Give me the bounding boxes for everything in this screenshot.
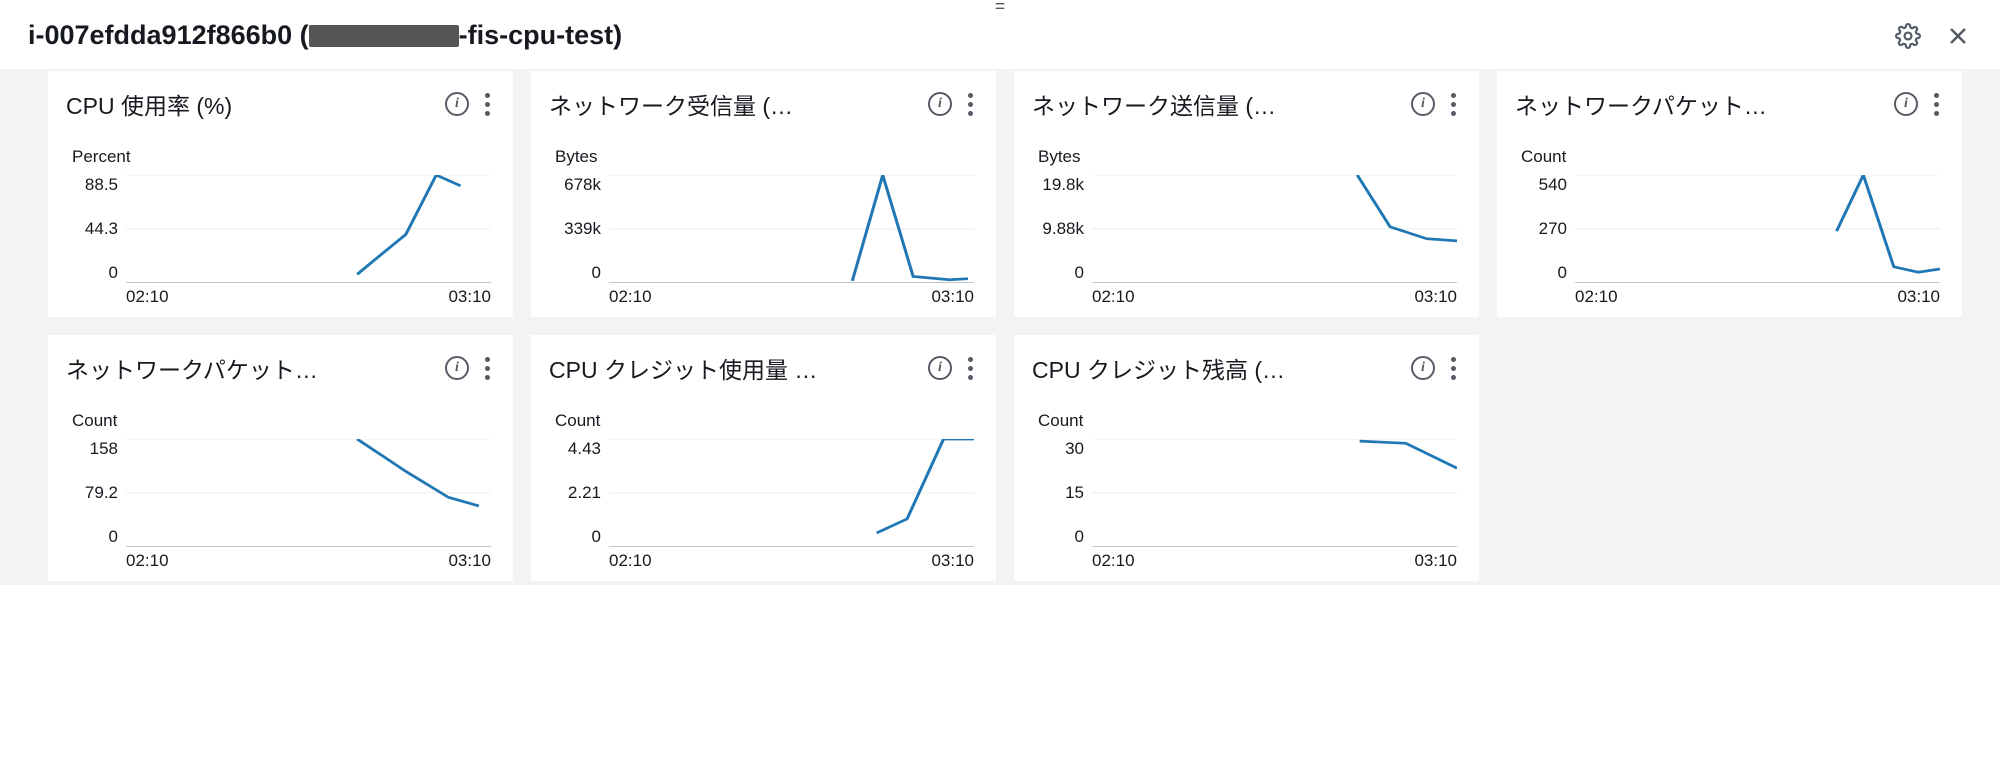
card-title: ネットワークパケット… bbox=[66, 351, 435, 385]
y-tick-labels: 4.432.210 bbox=[555, 439, 601, 547]
chart: 88.544.30 02:1003:10 bbox=[72, 175, 495, 305]
instance-id: i-007efdda912f866b0 ( bbox=[28, 20, 309, 50]
card-menu-button[interactable] bbox=[1445, 355, 1461, 382]
x-tick-labels: 02:1003:10 bbox=[609, 287, 974, 307]
chart: 678k339k0 02:1003:10 bbox=[555, 175, 978, 305]
x-tick-labels: 02:1003:10 bbox=[1092, 551, 1457, 571]
card-menu-button[interactable] bbox=[479, 91, 495, 118]
redacted-name bbox=[309, 25, 459, 47]
y-axis-unit: Count bbox=[1521, 147, 1944, 167]
info-icon[interactable]: i bbox=[1894, 92, 1918, 116]
resize-handle[interactable]: = bbox=[0, 0, 2000, 12]
x-tick-labels: 02:1003:10 bbox=[609, 551, 974, 571]
chart: 4.432.210 02:1003:10 bbox=[555, 439, 978, 569]
card-title: CPU 使用率 (%) bbox=[66, 87, 435, 121]
y-axis-unit: Percent bbox=[72, 147, 495, 167]
metric-card-network-packets-in: ネットワークパケット… i Count 5402700 02:1003:10 bbox=[1497, 71, 1962, 317]
card-title: CPU クレジット使用量 … bbox=[549, 351, 918, 385]
y-axis-unit: Bytes bbox=[555, 147, 978, 167]
card-menu-button[interactable] bbox=[1928, 91, 1944, 118]
x-tick-labels: 02:1003:10 bbox=[1575, 287, 1940, 307]
metric-card-cpu-credit-balance: CPU クレジット残高 (… i Count 30150 02:1003:10 bbox=[1014, 335, 1479, 581]
y-axis-unit: Count bbox=[1038, 411, 1461, 431]
y-axis-unit: Count bbox=[555, 411, 978, 431]
settings-button[interactable] bbox=[1894, 22, 1922, 50]
card-menu-button[interactable] bbox=[962, 355, 978, 382]
chart: 30150 02:1003:10 bbox=[1038, 439, 1461, 569]
header-actions bbox=[1894, 22, 1972, 50]
metric-card-cpu-utilization: CPU 使用率 (%) i Percent 88.544.30 02:1003:… bbox=[48, 71, 513, 317]
x-tick-labels: 02:1003:10 bbox=[1092, 287, 1457, 307]
card-title: ネットワークパケット… bbox=[1515, 87, 1884, 121]
page-title: i-007efdda912f866b0 ( -fis-cpu-test) bbox=[28, 20, 1894, 51]
card-menu-button[interactable] bbox=[962, 91, 978, 118]
chart: 15879.20 02:1003:10 bbox=[72, 439, 495, 569]
x-tick-labels: 02:1003:10 bbox=[126, 287, 491, 307]
gear-icon bbox=[1895, 23, 1921, 49]
instance-suffix: -fis-cpu-test) bbox=[459, 20, 623, 50]
panel-header: i-007efdda912f866b0 ( -fis-cpu-test) bbox=[0, 12, 2000, 69]
info-icon[interactable]: i bbox=[928, 92, 952, 116]
card-title: CPU クレジット残高 (… bbox=[1032, 351, 1401, 385]
metric-card-network-out: ネットワーク送信量 (… i Bytes 19.8k9.88k0 02:1003… bbox=[1014, 71, 1479, 317]
card-menu-button[interactable] bbox=[1445, 91, 1461, 118]
info-icon[interactable]: i bbox=[1411, 356, 1435, 380]
y-tick-labels: 30150 bbox=[1038, 439, 1084, 547]
info-icon[interactable]: i bbox=[1411, 92, 1435, 116]
card-title: ネットワーク受信量 (… bbox=[549, 87, 918, 121]
chart: 5402700 02:1003:10 bbox=[1521, 175, 1944, 305]
y-tick-labels: 678k339k0 bbox=[555, 175, 601, 283]
info-icon[interactable]: i bbox=[445, 356, 469, 380]
y-tick-labels: 88.544.30 bbox=[72, 175, 118, 283]
info-icon[interactable]: i bbox=[445, 92, 469, 116]
y-tick-labels: 15879.20 bbox=[72, 439, 118, 547]
metric-card-network-packets-out: ネットワークパケット… i Count 15879.20 02:1003:10 bbox=[48, 335, 513, 581]
metric-card-cpu-credit-usage: CPU クレジット使用量 … i Count 4.432.210 02:1003… bbox=[531, 335, 996, 581]
y-axis-unit: Count bbox=[72, 411, 495, 431]
chart: 19.8k9.88k0 02:1003:10 bbox=[1038, 175, 1461, 305]
y-tick-labels: 19.8k9.88k0 bbox=[1038, 175, 1084, 283]
metrics-dashboard: CPU 使用率 (%) i Percent 88.544.30 02:1003:… bbox=[0, 69, 2000, 585]
card-menu-button[interactable] bbox=[479, 355, 495, 382]
close-icon bbox=[1946, 24, 1970, 48]
x-tick-labels: 02:1003:10 bbox=[126, 551, 491, 571]
y-axis-unit: Bytes bbox=[1038, 147, 1461, 167]
y-tick-labels: 5402700 bbox=[1521, 175, 1567, 283]
close-button[interactable] bbox=[1944, 22, 1972, 50]
card-title: ネットワーク送信量 (… bbox=[1032, 87, 1401, 121]
info-icon[interactable]: i bbox=[928, 356, 952, 380]
metric-card-network-in: ネットワーク受信量 (… i Bytes 678k339k0 02:1003:1… bbox=[531, 71, 996, 317]
